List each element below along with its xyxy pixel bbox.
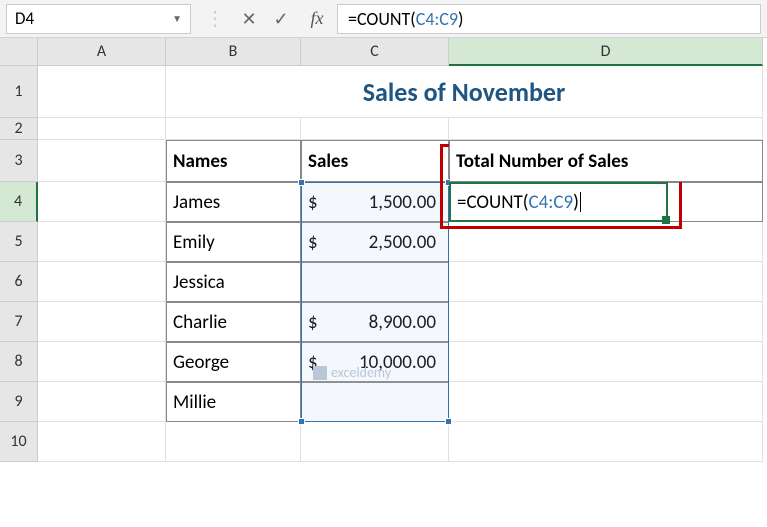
- formula-bar: D4 ▼ ⋮ ✕ ✓ fx =COUNT(C4:C9): [0, 0, 767, 38]
- cell-A4[interactable]: [38, 182, 166, 222]
- active-formula-fn: COUNT(: [466, 191, 528, 214]
- cell-A5[interactable]: [38, 222, 166, 262]
- row-header-3[interactable]: 3: [0, 140, 38, 182]
- cell-D2[interactable]: [449, 118, 763, 140]
- fx-button[interactable]: fx: [297, 8, 337, 29]
- separator: ⋮: [205, 6, 225, 31]
- title-cell[interactable]: Sales of November: [166, 66, 763, 118]
- cell-D5[interactable]: [449, 222, 763, 262]
- cell-D7[interactable]: [449, 302, 763, 342]
- cell-C2[interactable]: [301, 118, 449, 140]
- cell-A7[interactable]: [38, 302, 166, 342]
- cell-name-4[interactable]: George: [166, 342, 301, 382]
- cell-sales-1[interactable]: $2,500.00: [301, 222, 449, 262]
- formula-input[interactable]: =COUNT(C4:C9): [337, 4, 761, 34]
- sales-value: 2,500.00: [322, 231, 442, 254]
- cell-A2[interactable]: [38, 118, 166, 140]
- text-cursor: [580, 192, 581, 212]
- active-formula-eq: =: [457, 191, 466, 214]
- cell-name-1[interactable]: Emily: [166, 222, 301, 262]
- cell-D9[interactable]: [449, 382, 763, 422]
- row-header-5[interactable]: 5: [0, 222, 38, 262]
- col-header-A[interactable]: A: [38, 38, 166, 66]
- currency-symbol: $: [308, 191, 318, 214]
- active-formula-close: ): [573, 191, 579, 214]
- sales-value: 8,900.00: [322, 311, 442, 334]
- row-header-10[interactable]: 10: [0, 422, 38, 462]
- row-headers: 1 2 3 4 5 6 7 8 9 10: [0, 66, 38, 462]
- cell-B2[interactable]: [166, 118, 301, 140]
- cell-A1[interactable]: [38, 66, 166, 118]
- header-names[interactable]: Names: [166, 140, 301, 182]
- active-formula-ref: C4:C9: [529, 191, 574, 214]
- col-header-D[interactable]: D: [449, 38, 763, 66]
- cell-A6[interactable]: [38, 262, 166, 302]
- name-box[interactable]: D4 ▼: [6, 4, 191, 34]
- cell-sales-2[interactable]: [301, 262, 449, 302]
- cell-A8[interactable]: [38, 342, 166, 382]
- row-header-4[interactable]: 4: [0, 182, 38, 222]
- close-icon: ✕: [241, 8, 256, 30]
- watermark: exceldemy: [313, 364, 391, 381]
- name-box-value: D4: [15, 8, 172, 29]
- sales-value: 1,500.00: [322, 191, 442, 214]
- cell-C10[interactable]: [301, 422, 449, 462]
- column-header-row: A B C D: [0, 38, 767, 66]
- grid-body: 1 2 3 4 5 6 7 8 9 10 Sales of November N…: [0, 66, 767, 462]
- row-header-9[interactable]: 9: [0, 382, 38, 422]
- cell-A3[interactable]: [38, 140, 166, 182]
- cell-A10[interactable]: [38, 422, 166, 462]
- row-header-8[interactable]: 8: [0, 342, 38, 382]
- check-icon: ✓: [273, 8, 288, 30]
- cell-sales-5[interactable]: [301, 382, 449, 422]
- formula-equals: =: [348, 8, 357, 30]
- cancel-button[interactable]: ✕: [233, 8, 265, 30]
- watermark-text: exceldemy: [331, 364, 391, 381]
- cell-name-2[interactable]: Jessica: [166, 262, 301, 302]
- formula-reference: C4:C9: [416, 8, 458, 30]
- cell-sales-0[interactable]: $1,500.00: [301, 182, 449, 222]
- header-sales[interactable]: Sales: [301, 140, 449, 182]
- cells-area[interactable]: Sales of November Names Sales Total Numb…: [38, 66, 763, 462]
- cell-name-3[interactable]: Charlie: [166, 302, 301, 342]
- col-header-B[interactable]: B: [166, 38, 301, 66]
- col-header-C[interactable]: C: [301, 38, 449, 66]
- currency-symbol: $: [308, 311, 318, 334]
- formula-close: ): [458, 8, 463, 30]
- fill-handle[interactable]: [662, 216, 670, 224]
- formula-function: COUNT(: [357, 8, 416, 30]
- header-total[interactable]: Total Number of Sales: [449, 140, 763, 182]
- cell-name-5[interactable]: Millie: [166, 382, 301, 422]
- row-header-6[interactable]: 6: [0, 262, 38, 302]
- cell-D6[interactable]: [449, 262, 763, 302]
- row-header-1[interactable]: 1: [0, 66, 38, 118]
- chevron-down-icon[interactable]: ▼: [172, 12, 182, 25]
- fx-label: fx: [311, 8, 324, 28]
- row-header-2[interactable]: 2: [0, 118, 38, 140]
- watermark-icon: [313, 366, 327, 380]
- cell-A9[interactable]: [38, 382, 166, 422]
- confirm-button[interactable]: ✓: [265, 8, 297, 30]
- row-header-7[interactable]: 7: [0, 302, 38, 342]
- currency-symbol: $: [308, 231, 318, 254]
- cell-D8[interactable]: [449, 342, 763, 382]
- active-cell[interactable]: =COUNT(C4:C9): [449, 182, 668, 222]
- select-all-corner[interactable]: [0, 38, 38, 66]
- cell-name-0[interactable]: James: [166, 182, 301, 222]
- cell-sales-3[interactable]: $8,900.00: [301, 302, 449, 342]
- cell-B10[interactable]: [166, 422, 301, 462]
- cell-D10[interactable]: [449, 422, 763, 462]
